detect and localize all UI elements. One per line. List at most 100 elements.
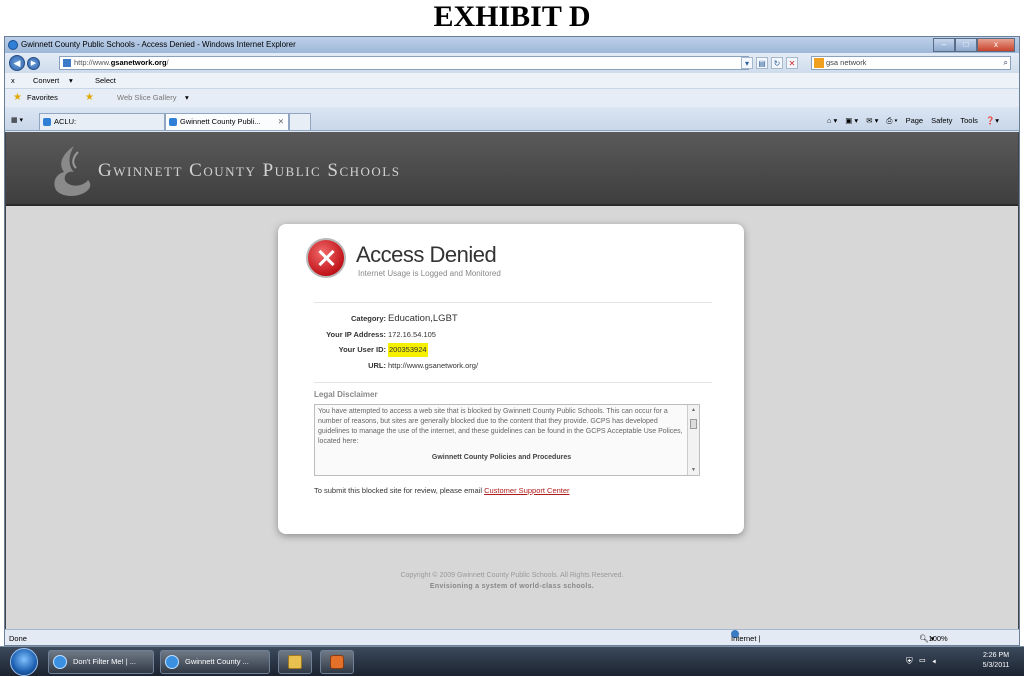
tab-row: ▦ ▾ ACLU: Gwinnett County Publi... ✕ ⌂ ▾… <box>5 107 1019 131</box>
tab-favicon <box>43 118 51 126</box>
tab-favicon <box>169 118 177 126</box>
home-icon[interactable]: ⌂ ▾ <box>827 113 837 129</box>
tab-gwinnett[interactable]: Gwinnett County Publi... ✕ <box>165 113 289 130</box>
favorites-button[interactable]: Favorites <box>27 89 58 107</box>
stop-icon[interactable]: ✕ <box>786 57 798 69</box>
web-slice-gallery-link[interactable]: Web Slice Gallery <box>117 89 176 107</box>
copyright: Copyright © 2009 Gwinnett County Public … <box>400 572 624 579</box>
address-input[interactable]: http://www.gsanetwork.org/ <box>59 56 749 70</box>
zoom-value: 100% <box>928 634 948 643</box>
exhibit-label: EXHIBIT D <box>433 0 591 33</box>
deny-subtitle: Internet Usage is Logged and Monitored <box>358 269 501 278</box>
access-denied-card: Access Denied Internet Usage is Logged a… <box>278 224 744 534</box>
ip-label: Your IP Address: <box>326 330 386 339</box>
ie-icon <box>53 655 67 669</box>
tagline: Envisioning a system of world-class scho… <box>429 583 595 590</box>
add-favorite-icon[interactable]: ★ <box>85 89 94 107</box>
task-label: Gwinnett County ... <box>185 657 249 666</box>
status-bar: Done Internet | Protected Mode: Off 🔍︎10… <box>5 629 1019 645</box>
divider <box>314 382 712 383</box>
favorites-star-icon: ★ <box>13 92 22 103</box>
taskbar-item-gwinnett[interactable]: Gwinnett County ... <box>160 650 270 674</box>
info-user: Your User ID: 200353924 <box>278 343 744 357</box>
convert-button[interactable]: Convert <box>33 73 59 89</box>
zone-text: Internet | Protected Mode: Off <box>731 634 761 643</box>
legal-text: You have attempted to access a web site … <box>318 408 683 445</box>
policies-link[interactable]: Gwinnett County Policies and Procedures <box>318 453 685 463</box>
task-label: Don't Filter Me! | ... <box>73 657 136 666</box>
scroll-up-icon[interactable]: ▲ <box>688 405 699 415</box>
ie-icon <box>165 655 179 669</box>
dropdown-icon[interactable]: ▾ <box>741 57 753 69</box>
command-row: x Convert ▾ Select <box>5 73 1019 89</box>
window-title: Gwinnett County Public Schools - Access … <box>21 40 296 49</box>
taskbar-media-player[interactable] <box>320 650 354 674</box>
clock-time[interactable]: 2:26 PM <box>976 652 1016 659</box>
help-icon[interactable]: ❓▾ <box>986 113 999 129</box>
info-category: Category: Education,LGBT <box>278 312 744 326</box>
page-icon <box>63 59 71 67</box>
refresh-icon[interactable]: ↻ <box>771 57 783 69</box>
compat-view-icon[interactable]: ▤ <box>756 57 768 69</box>
search-provider-icon <box>814 58 824 68</box>
scroll-down-icon[interactable]: ▼ <box>688 465 699 475</box>
print-icon[interactable]: ⎙ ▾ <box>886 113 897 129</box>
user-value: 200353924 <box>388 343 428 357</box>
scroll-thumb[interactable] <box>690 419 697 429</box>
close-window-button[interactable]: x <box>977 38 1015 52</box>
gcps-header: Gwinnett County Public Schools <box>6 132 1018 206</box>
feeds-icon[interactable]: ▣ ▾ <box>845 113 858 129</box>
forward-button[interactable]: ▶ <box>27 57 40 70</box>
select-button[interactable]: Select <box>95 73 116 89</box>
page-menu[interactable]: Page <box>906 113 924 129</box>
legal-scrollbar[interactable]: ▲ ▼ <box>687 405 699 475</box>
customer-support-link[interactable]: Customer Support Center <box>484 486 569 495</box>
new-tab-button[interactable] <box>289 113 311 130</box>
maximize-button[interactable]: □ <box>955 38 977 52</box>
url-prefix: http://www. <box>74 58 111 67</box>
minimize-button[interactable]: – <box>933 38 955 52</box>
url-suffix: / <box>166 58 169 67</box>
window-controls: – □ x <box>933 38 1015 52</box>
safety-menu[interactable]: Safety <box>931 113 952 129</box>
submit-line: To submit this blocked site for review, … <box>314 486 570 495</box>
browser-window: Gwinnett County Public Schools - Access … <box>4 36 1020 646</box>
taskbar-explorer[interactable] <box>278 650 312 674</box>
system-tray: ⛨▭◂ 2:26 PM 5/3/2011 <box>906 647 1016 677</box>
submit-text: To submit this blocked site for review, … <box>314 486 482 495</box>
divider <box>314 302 712 303</box>
close-tab-icon[interactable]: ✕ <box>278 114 284 130</box>
zoom-control[interactable]: 🔍︎ 100% ▾ <box>919 630 948 645</box>
search-icon[interactable]: ⌕ <box>1004 57 1008 69</box>
taskbar: Don't Filter Me! | ... Gwinnett County .… <box>0 646 1024 676</box>
address-tools: ▾ ▤ ↻ ✕ <box>741 57 798 69</box>
tab-label: Gwinnett County Publi... <box>180 117 261 126</box>
tab-label: ACLU: <box>54 117 77 126</box>
deny-title: Access Denied <box>356 242 497 267</box>
favorites-row: ★ Favorites ★ Web Slice Gallery ▾ <box>5 89 1019 107</box>
taskbar-item-dont-filter[interactable]: Don't Filter Me! | ... <box>48 650 154 674</box>
convert-dropdown-icon[interactable]: ▾ <box>69 73 73 89</box>
quick-tabs-icon[interactable]: ▦ ▾ <box>11 116 23 124</box>
ie-icon <box>8 40 18 50</box>
tools-menu[interactable]: Tools <box>960 113 978 129</box>
url-domain: gsanetwork.org <box>110 58 167 67</box>
tab-aclu[interactable]: ACLU: <box>39 113 165 130</box>
gcps-logo <box>54 146 91 196</box>
category-label: Category: <box>350 314 386 323</box>
search-input[interactable]: gsa network ⌕ <box>811 56 1011 70</box>
back-button[interactable]: ◀ <box>9 55 25 71</box>
mail-icon[interactable]: ✉ ▾ <box>866 113 878 129</box>
tray-icons[interactable]: ⛨▭◂ <box>906 656 942 667</box>
web-slice-dropdown-icon[interactable]: ▾ <box>185 89 189 107</box>
close-toolbar-button[interactable]: x <box>11 73 15 89</box>
start-button[interactable] <box>10 648 38 676</box>
clock-date[interactable]: 5/3/2011 <box>976 662 1016 669</box>
category-value: Education,LGBT <box>388 313 458 324</box>
legal-heading: Legal Disclaimer <box>314 390 378 399</box>
folder-icon <box>288 655 302 669</box>
media-player-icon <box>330 655 344 669</box>
ip-value: 172.16.54.105 <box>388 330 436 339</box>
legal-disclaimer-box[interactable]: You have attempted to access a web site … <box>314 404 700 476</box>
tab-commands: ⌂ ▾ ▣ ▾ ✉ ▾ ⎙ ▾ Page Safety Tools ❓▾ <box>827 113 999 129</box>
